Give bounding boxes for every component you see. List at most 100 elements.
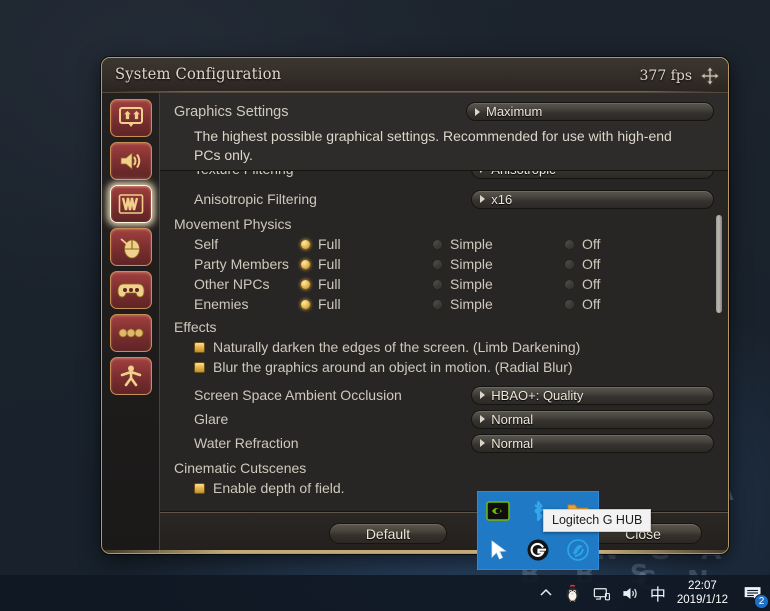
radio-dot-icon bbox=[564, 298, 575, 310]
graphics-preset-value: Maximum bbox=[486, 104, 543, 119]
sidebar-item-character[interactable] bbox=[109, 357, 152, 395]
other-npcs-option-simple[interactable]: Simple bbox=[432, 276, 564, 292]
radio-dot-icon bbox=[432, 258, 443, 270]
default-button[interactable]: Default bbox=[329, 523, 447, 544]
monitor-icon bbox=[118, 107, 143, 127]
self-option-off[interactable]: Off bbox=[564, 236, 696, 252]
logitech-g-icon[interactable] bbox=[526, 538, 550, 562]
scrollbar-thumb[interactable] bbox=[716, 215, 722, 313]
speaker-icon bbox=[120, 152, 140, 170]
sidebar-item-graphics[interactable] bbox=[109, 185, 152, 223]
texture-filtering-label: Texture Filtering bbox=[174, 171, 471, 177]
sidebar bbox=[102, 93, 160, 553]
radio-dot-icon bbox=[300, 278, 311, 290]
graphics-icon bbox=[118, 194, 143, 214]
anisotropic-filtering-value: x16 bbox=[491, 191, 513, 207]
water-refraction-label: Water Refraction bbox=[194, 435, 299, 451]
setting-row-texture-filtering[interactable]: Texture Filtering Anisotropic bbox=[174, 171, 714, 181]
option-label: Off bbox=[582, 296, 601, 312]
window-title-bar[interactable]: System Configuration 377 fps bbox=[102, 58, 728, 93]
radio-dot-icon bbox=[300, 298, 311, 310]
self-label: Self bbox=[194, 236, 219, 252]
volume-icon bbox=[623, 587, 637, 599]
sidebar-item-mouse[interactable] bbox=[109, 228, 152, 266]
settings-scroll-region: Texture Filtering Anisotropic Anisotropi… bbox=[160, 171, 728, 511]
texture-filtering-dropdown[interactable]: Anisotropic bbox=[471, 171, 714, 179]
tray-icon-qq[interactable] bbox=[558, 575, 587, 611]
sidebar-item-other[interactable] bbox=[109, 314, 152, 352]
gamepad-icon bbox=[117, 283, 144, 298]
taskbar: 中 22:07 2019/1/12 2 bbox=[0, 575, 770, 611]
setting-row-water-refraction[interactable]: Water Refraction Normal bbox=[174, 431, 714, 455]
sidebar-item-display[interactable] bbox=[109, 99, 152, 137]
party-members-option-full[interactable]: Full bbox=[300, 256, 432, 272]
nvidia-icon[interactable] bbox=[486, 499, 510, 523]
ellipsis-icon bbox=[118, 328, 143, 338]
party-members-option-simple[interactable]: Simple bbox=[432, 256, 564, 272]
setting-row-glare[interactable]: Glare Normal bbox=[174, 407, 714, 431]
checkbox-limb-darkening[interactable]: Naturally darken the edges of the screen… bbox=[174, 337, 714, 357]
settings-panel: Graphics Settings Maximum The highest po… bbox=[160, 93, 728, 553]
cursor-icon[interactable] bbox=[486, 538, 510, 562]
ssao-dropdown[interactable]: HBAO+: Quality bbox=[471, 385, 714, 405]
tray-icon-network[interactable] bbox=[587, 575, 616, 611]
radio-row-self: Self Full Simple Off bbox=[174, 234, 714, 254]
other-npcs-option-full[interactable]: Full bbox=[300, 276, 432, 292]
ime-label: 中 bbox=[649, 587, 666, 604]
radio-dot-icon bbox=[564, 238, 575, 250]
party-members-option-off[interactable]: Off bbox=[564, 256, 696, 272]
radio-dot-icon bbox=[300, 258, 311, 270]
ssao-label: Screen Space Ambient Occlusion bbox=[194, 387, 402, 403]
enemies-option-off[interactable]: Off bbox=[564, 296, 696, 312]
window-bottom-rail bbox=[102, 550, 728, 553]
radio-dot-icon bbox=[564, 258, 575, 270]
option-label: Full bbox=[318, 296, 341, 312]
checkbox-icon bbox=[194, 361, 205, 373]
sidebar-item-sound[interactable] bbox=[109, 142, 152, 180]
radio-dot-icon bbox=[432, 238, 443, 250]
mouse-icon bbox=[119, 238, 140, 259]
sidebar-item-gamepad[interactable] bbox=[109, 271, 152, 309]
chevron-right-icon bbox=[480, 391, 486, 399]
setting-row-anisotropic-filtering[interactable]: Anisotropic Filtering x16 bbox=[174, 187, 714, 211]
self-option-simple[interactable]: Simple bbox=[432, 236, 564, 252]
option-label: Off bbox=[582, 276, 601, 292]
settings-scrollbar[interactable] bbox=[714, 171, 723, 511]
show-hidden-icons-button[interactable] bbox=[534, 575, 558, 611]
tooltip-logitech-g-hub: Logitech G HUB bbox=[543, 509, 652, 532]
graphics-preset-dropdown[interactable]: Maximum bbox=[466, 102, 714, 121]
notification-center-button[interactable]: 2 bbox=[736, 575, 770, 611]
graphics-preset-block: Graphics Settings Maximum The highest po… bbox=[160, 93, 728, 171]
option-label: Full bbox=[318, 236, 341, 252]
water-refraction-dropdown[interactable]: Normal bbox=[471, 433, 714, 453]
blue-swirl-icon[interactable] bbox=[566, 538, 590, 562]
anisotropic-filtering-label: Anisotropic Filtering bbox=[194, 191, 317, 207]
tray-icon-volume[interactable] bbox=[616, 575, 645, 611]
clock[interactable]: 22:07 2019/1/12 bbox=[671, 575, 736, 611]
ssao-value: HBAO+: Quality bbox=[491, 387, 584, 403]
chevron-up-icon bbox=[540, 588, 552, 596]
other-npcs-option-off[interactable]: Off bbox=[564, 276, 696, 292]
self-option-full[interactable]: Full bbox=[300, 236, 432, 252]
cinematic-cutscenes-heading: Cinematic Cutscenes bbox=[174, 460, 307, 476]
setting-row-ssao[interactable]: Screen Space Ambient Occlusion HBAO+: Qu… bbox=[174, 383, 714, 407]
radio-dot-icon bbox=[300, 238, 311, 250]
option-label: Off bbox=[582, 236, 601, 252]
other-npcs-label: Other NPCs bbox=[194, 276, 270, 292]
enemies-option-simple[interactable]: Simple bbox=[432, 296, 564, 312]
tray-icon-ime[interactable]: 中 bbox=[645, 575, 671, 611]
effects-heading: Effects bbox=[174, 319, 217, 335]
enemies-option-full[interactable]: Full bbox=[300, 296, 432, 312]
page-title: System Configuration bbox=[115, 64, 282, 83]
clock-date: 2019/1/12 bbox=[676, 594, 728, 606]
radio-row-party-members: Party Members Full Simple Off bbox=[174, 254, 714, 274]
anisotropic-filtering-dropdown[interactable]: x16 bbox=[471, 189, 714, 209]
glare-dropdown[interactable]: Normal bbox=[471, 409, 714, 429]
move-resize-icon[interactable] bbox=[700, 66, 720, 86]
chevron-right-icon bbox=[480, 171, 486, 173]
water-refraction-value: Normal bbox=[491, 435, 534, 451]
checkbox-radial-blur[interactable]: Blur the graphics around an object in mo… bbox=[174, 357, 714, 377]
checkbox-icon bbox=[194, 482, 205, 494]
radio-dot-icon bbox=[432, 278, 443, 290]
checkbox-depth-of-field[interactable]: Enable depth of field. bbox=[174, 478, 714, 498]
